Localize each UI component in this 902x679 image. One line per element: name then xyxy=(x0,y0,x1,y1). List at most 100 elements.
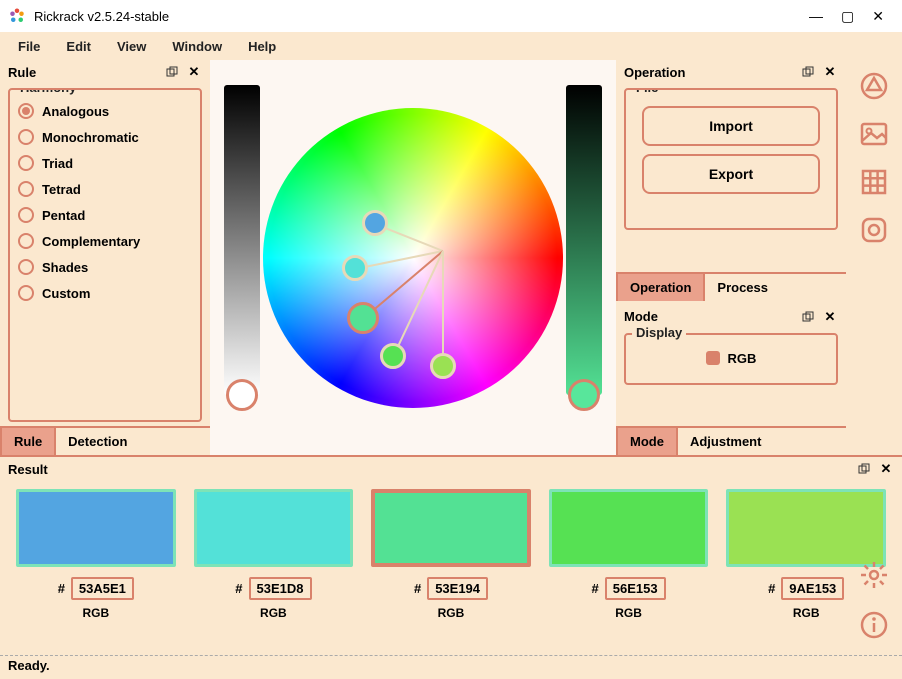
menu-file[interactable]: File xyxy=(8,35,50,58)
harmony-option-label: Analogous xyxy=(42,104,109,119)
tab-process[interactable]: Process xyxy=(705,274,780,301)
harmony-option-label: Pentad xyxy=(42,208,85,223)
radio-icon xyxy=(18,233,34,249)
wheel-line xyxy=(392,250,444,357)
close-panel-icon[interactable]: ✕ xyxy=(186,64,202,80)
export-button[interactable]: Export xyxy=(642,154,820,194)
hash-label: # xyxy=(768,581,775,596)
menubar: File Edit View Window Help xyxy=(0,32,902,60)
saturation-slider[interactable] xyxy=(566,85,602,395)
rule-panel-title: Rule xyxy=(8,65,36,80)
undock-icon[interactable] xyxy=(800,309,816,325)
mode-panel-title: Mode xyxy=(624,309,658,324)
close-panel-icon[interactable]: ✕ xyxy=(822,309,838,325)
undock-icon[interactable] xyxy=(800,64,816,80)
wheel-handle[interactable] xyxy=(342,255,368,281)
menu-help[interactable]: Help xyxy=(238,35,286,58)
image-tool-icon[interactable] xyxy=(856,116,892,152)
harmony-option-label: Tetrad xyxy=(42,182,81,197)
shape-tool-icon[interactable] xyxy=(856,68,892,104)
display-legend: Display xyxy=(632,325,686,340)
wheel-handle[interactable] xyxy=(347,302,379,334)
rgb-checkbox-row[interactable]: RGB xyxy=(632,343,830,374)
saturation-handle[interactable] xyxy=(568,379,600,411)
wheel-handle[interactable] xyxy=(362,210,388,236)
info-icon[interactable] xyxy=(856,607,892,643)
radio-icon xyxy=(18,103,34,119)
close-panel-icon[interactable]: ✕ xyxy=(822,64,838,80)
radio-icon xyxy=(18,207,34,223)
mode-tabbar: Mode Adjustment xyxy=(616,426,846,455)
rule-panel: Rule ✕ Harmony Analogous Monochromatic Tri… xyxy=(0,60,210,455)
color-wheel[interactable] xyxy=(263,108,563,408)
settings-icon[interactable] xyxy=(856,557,892,593)
tab-rule[interactable]: Rule xyxy=(0,428,56,455)
hex-value[interactable]: 53E1D8 xyxy=(249,577,312,600)
menu-edit[interactable]: Edit xyxy=(56,35,101,58)
maximize-icon[interactable]: ▢ xyxy=(841,8,854,25)
wheel-line xyxy=(442,251,444,367)
wheel-handle[interactable] xyxy=(430,353,456,379)
tab-operation[interactable]: Operation xyxy=(616,274,705,301)
hex-value[interactable]: 53A5E1 xyxy=(71,577,134,600)
titlebar: Rickrack v2.5.24-stable — ▢ ✕ xyxy=(0,0,902,32)
radio-icon xyxy=(18,259,34,275)
undock-icon[interactable] xyxy=(164,64,180,80)
hex-value[interactable]: 53E194 xyxy=(427,577,488,600)
hash-label: # xyxy=(592,581,599,596)
harmony-option-analogous[interactable]: Analogous xyxy=(16,98,194,124)
operation-panel-title: Operation xyxy=(624,65,685,80)
harmony-option-shades[interactable]: Shades xyxy=(16,254,194,280)
wheel-handle[interactable] xyxy=(380,343,406,369)
menu-window[interactable]: Window xyxy=(162,35,232,58)
color-swatch[interactable] xyxy=(194,489,354,567)
color-swatch[interactable] xyxy=(371,489,531,567)
harmony-legend: Harmony xyxy=(16,88,80,95)
hash-label: # xyxy=(235,581,242,596)
color-wheel-panel xyxy=(210,60,616,455)
hash-label: # xyxy=(414,581,421,596)
harmony-option-label: Monochromatic xyxy=(42,130,139,145)
harmony-option-label: Shades xyxy=(42,260,88,275)
harmony-option-complementary[interactable]: Complementary xyxy=(16,228,194,254)
minimize-icon[interactable]: — xyxy=(809,8,823,25)
tab-adjustment[interactable]: Adjustment xyxy=(678,428,774,455)
color-swatch[interactable] xyxy=(549,489,709,567)
close-panel-icon[interactable]: ✕ xyxy=(878,461,894,477)
harmony-option-pentad[interactable]: Pentad xyxy=(16,202,194,228)
rgb-label: RGB xyxy=(728,351,757,366)
file-group: File Import Export xyxy=(624,88,838,230)
board-tool-icon[interactable] xyxy=(856,212,892,248)
harmony-option-tetrad[interactable]: Tetrad xyxy=(16,176,194,202)
swatch-item[interactable]: #53E1D8RGB xyxy=(194,489,354,620)
rule-tabbar: Rule Detection xyxy=(0,426,210,455)
harmony-option-custom[interactable]: Custom xyxy=(16,280,194,306)
swatch-item[interactable]: #53E194RGB xyxy=(371,489,531,620)
harmony-group: Harmony Analogous Monochromatic Triad Tetra… xyxy=(8,88,202,422)
swatch-item[interactable]: #53A5E1RGB xyxy=(16,489,176,620)
harmony-option-label: Complementary xyxy=(42,234,140,249)
harmony-option-monochromatic[interactable]: Monochromatic xyxy=(16,124,194,150)
grid-tool-icon[interactable] xyxy=(856,164,892,200)
right-panels: Operation ✕ File Import Export Operation… xyxy=(616,60,846,455)
swatch-item[interactable]: #56E153 RGB xyxy=(549,489,709,620)
hex-value[interactable]: 9AE153 xyxy=(781,577,844,600)
hex-value[interactable]: 56E153 xyxy=(605,577,666,600)
menu-view[interactable]: View xyxy=(107,35,156,58)
statusbar: Ready. xyxy=(0,655,902,677)
tab-mode[interactable]: Mode xyxy=(616,428,678,455)
color-swatch[interactable] xyxy=(16,489,176,567)
color-mode-label: RGB xyxy=(549,606,709,620)
radio-icon xyxy=(18,155,34,171)
undock-icon[interactable] xyxy=(856,461,872,477)
harmony-option-triad[interactable]: Triad xyxy=(16,150,194,176)
operation-tabbar: Operation Process xyxy=(616,272,846,301)
harmony-option-label: Triad xyxy=(42,156,73,171)
radio-icon xyxy=(18,181,34,197)
tab-detection[interactable]: Detection xyxy=(56,428,139,455)
app-logo-icon xyxy=(8,7,26,25)
import-button[interactable]: Import xyxy=(642,106,820,146)
close-icon[interactable]: ✕ xyxy=(872,8,884,25)
display-group: Display RGB xyxy=(624,333,838,385)
color-swatch[interactable] xyxy=(726,489,886,567)
